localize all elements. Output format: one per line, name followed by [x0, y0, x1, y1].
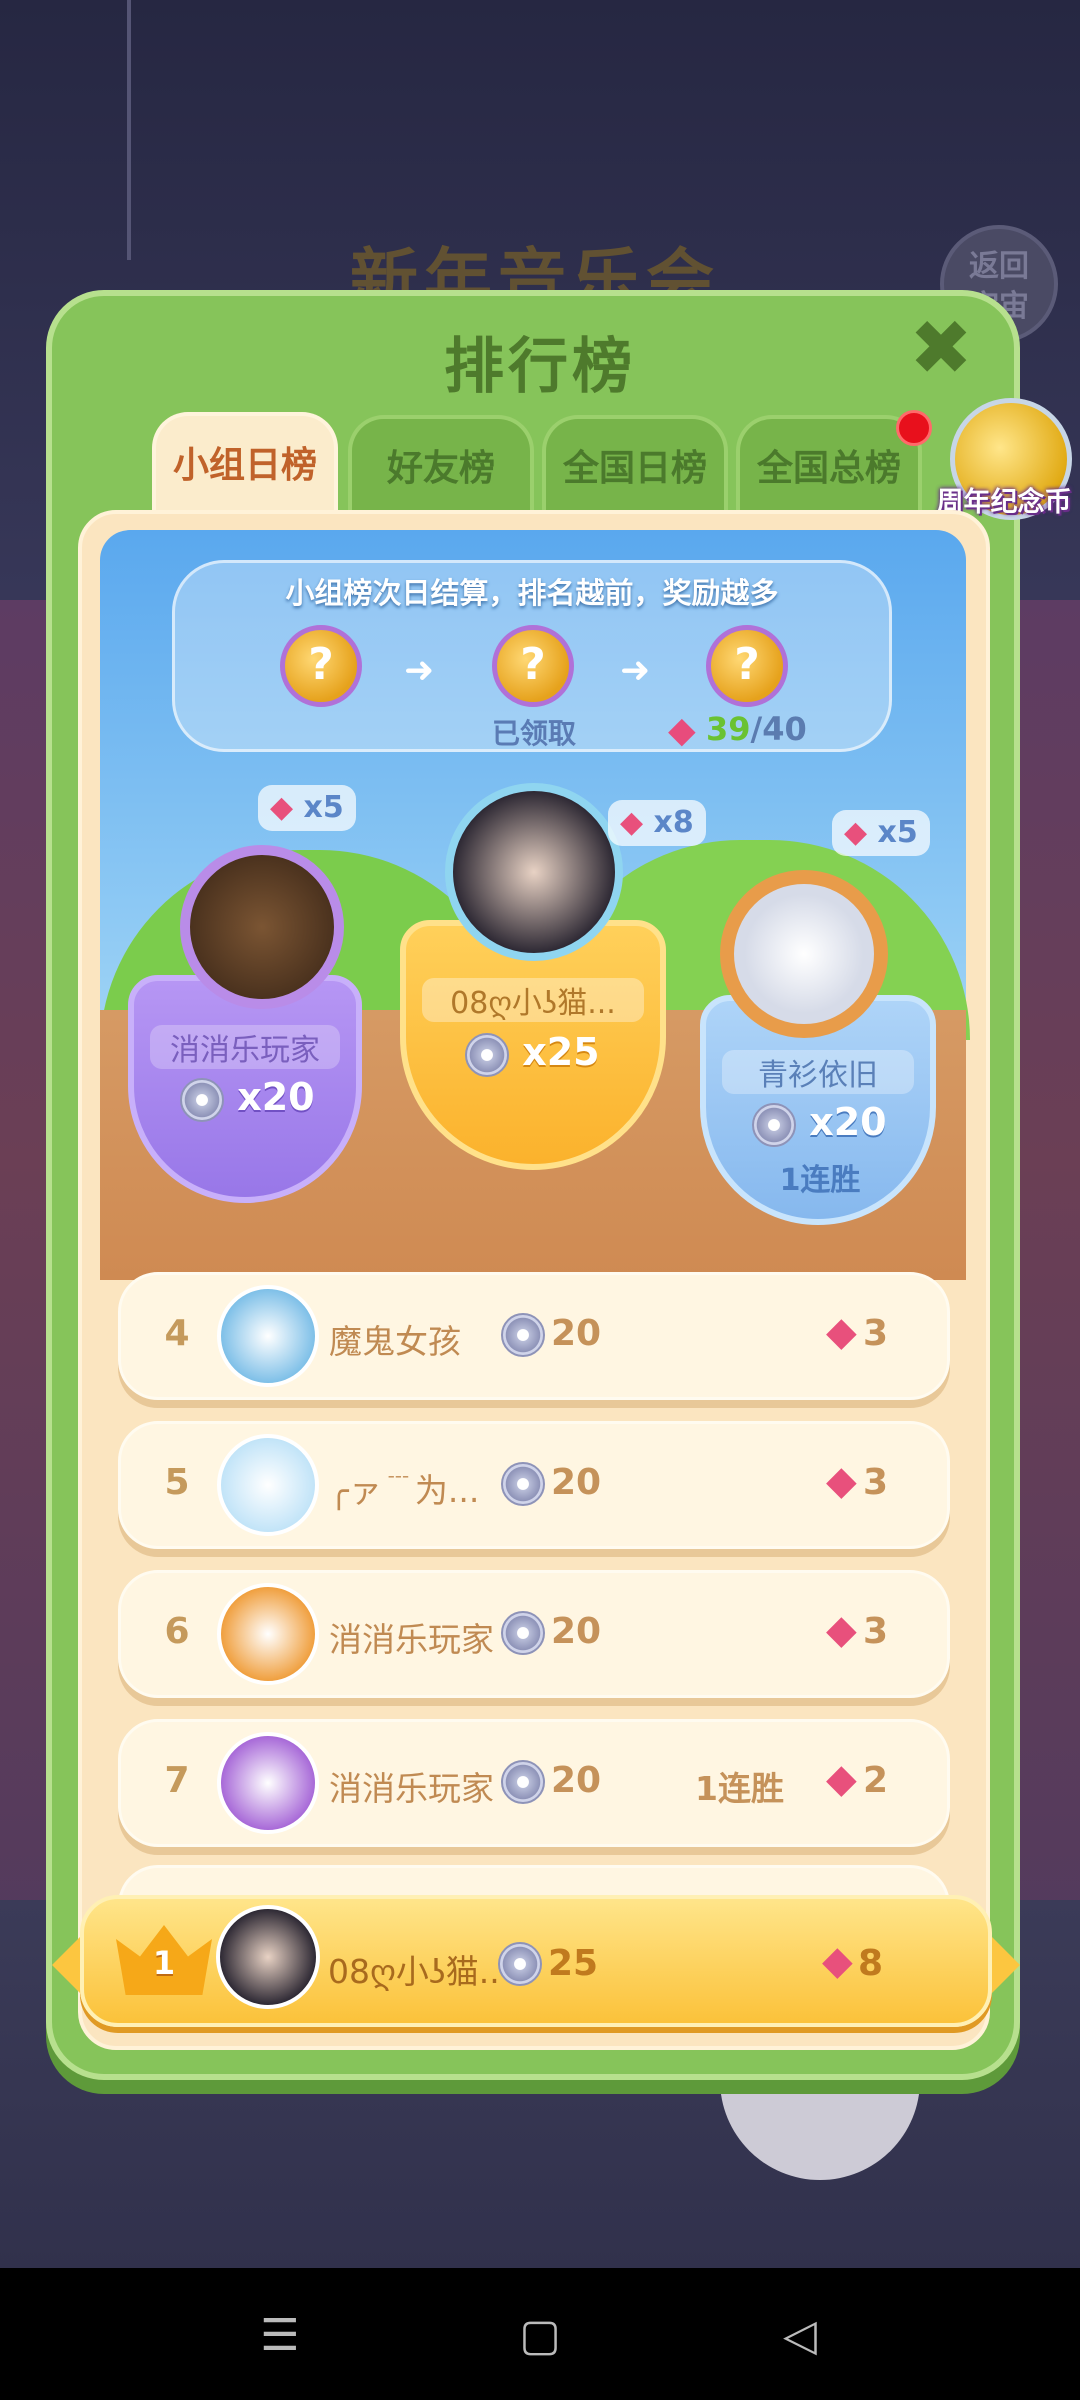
avatar[interactable] [180, 845, 344, 1009]
puzzle-icon: ◆ [668, 710, 696, 751]
disc-icon [465, 1032, 509, 1077]
reward-hint: 小组榜次日结算，排名越前，奖励越多 [285, 576, 779, 610]
list-item[interactable]: 5 ╭ァ﹉为... 20 ◆ 3 [118, 1421, 950, 1549]
list-item[interactable]: 7 消消乐玩家 20 1连胜 ◆ 2 [118, 1719, 950, 1847]
puzzle-icon: ◆ [826, 1756, 857, 1802]
notification-dot [896, 410, 932, 446]
avatar[interactable] [216, 1905, 320, 2009]
podium-score: x25 [465, 1030, 600, 1077]
arrow-right-icon: ➜ [620, 650, 651, 691]
tab-national-total[interactable]: 全国总榜 [736, 415, 922, 515]
podium-name: 消消乐玩家 [150, 1025, 340, 1069]
list-item[interactable]: 6 消消乐玩家 20 ◆ 3 [118, 1570, 950, 1698]
avatar[interactable] [217, 1434, 319, 1536]
player-name: 消消乐玩家 [329, 1620, 494, 1659]
menu-icon[interactable]: ☰ [240, 2310, 320, 2361]
player-score: 20 [551, 1760, 602, 1801]
puzzle-count: 3 [863, 1313, 889, 1354]
reward-coin-1[interactable]: ? [280, 625, 362, 707]
puzzle-progress: 39/40 [706, 710, 807, 748]
podium-name: 青衫依旧 [722, 1050, 914, 1094]
podium-score: x20 [180, 1075, 315, 1122]
puzzle-icon: ◆ [826, 1309, 857, 1355]
my-name: 08ღ小ʖ猫... [328, 1952, 498, 1991]
puzzle-icon: ◆ [844, 815, 868, 850]
player-score: 20 [551, 1462, 602, 1503]
win-streak: 1连胜 [695, 1769, 784, 1808]
disc-icon [501, 1462, 545, 1506]
self-bar-tip [990, 1935, 1020, 1995]
puzzle-count: 3 [863, 1462, 889, 1503]
arrow-right-icon: ➜ [404, 650, 435, 691]
claimed-label: 已领取 [492, 717, 577, 750]
avatar[interactable] [720, 870, 888, 1038]
disc-icon [752, 1102, 796, 1147]
avatar[interactable] [445, 783, 623, 961]
disc-icon [501, 1611, 545, 1655]
reward-coin-2[interactable]: ? [492, 625, 574, 707]
tab-national-daily[interactable]: 全国日榜 [542, 415, 728, 515]
avatar[interactable] [217, 1583, 319, 1685]
player-score: 20 [551, 1611, 602, 1652]
podium-score: x20 [752, 1100, 887, 1147]
disc-icon [501, 1760, 545, 1804]
win-streak: 1连胜 [779, 1163, 861, 1198]
player-name: 魔鬼女孩 [329, 1322, 461, 1361]
puzzle-reward-bubble: ◆ x8 [608, 800, 706, 846]
hanging-string [127, 0, 131, 260]
avatar[interactable] [217, 1732, 319, 1834]
puzzle-count: 2 [863, 1760, 889, 1801]
my-rank: 1 [152, 1944, 176, 1982]
puzzle-icon: ◆ [826, 1607, 857, 1653]
podium-name: 08ღ小ʖ猫... [422, 978, 644, 1022]
player-name: ╭ァ﹉为... [329, 1471, 480, 1510]
avatar[interactable] [217, 1285, 319, 1387]
disc-icon [501, 1313, 545, 1357]
puzzle-icon: ◆ [270, 790, 294, 825]
puzzle-icon: ◆ [826, 1458, 857, 1504]
tab-group-daily[interactable]: 小组日榜 [152, 412, 338, 524]
player-name: 消消乐玩家 [329, 1769, 494, 1808]
back-icon[interactable]: ◁ [760, 2310, 840, 2361]
rank-number: 5 [164, 1462, 190, 1503]
reward-coin-3[interactable]: ? [706, 625, 788, 707]
disc-icon [180, 1077, 224, 1122]
my-puzzle-count: 8 [858, 1943, 884, 1984]
rank-number: 6 [164, 1611, 190, 1652]
player-score: 20 [551, 1313, 602, 1354]
tab-friends[interactable]: 好友榜 [348, 415, 534, 515]
self-bar-tip [52, 1935, 82, 1995]
close-icon[interactable]: ✖ [908, 310, 974, 386]
puzzle-reward-bubble: ◆ x5 [832, 810, 930, 856]
puzzle-count: 3 [863, 1611, 889, 1652]
list-item[interactable]: 4 魔鬼女孩 20 ◆ 3 [118, 1272, 950, 1400]
rank-number: 7 [164, 1760, 190, 1801]
puzzle-reward-bubble: ◆ x5 [258, 785, 356, 831]
puzzle-icon: ◆ [822, 1938, 853, 1984]
home-icon[interactable]: ▢ [500, 2310, 580, 2361]
my-score: 25 [548, 1943, 599, 1984]
disc-icon [498, 1942, 542, 1986]
rank-number: 4 [164, 1313, 190, 1354]
puzzle-icon: ◆ [620, 805, 644, 840]
